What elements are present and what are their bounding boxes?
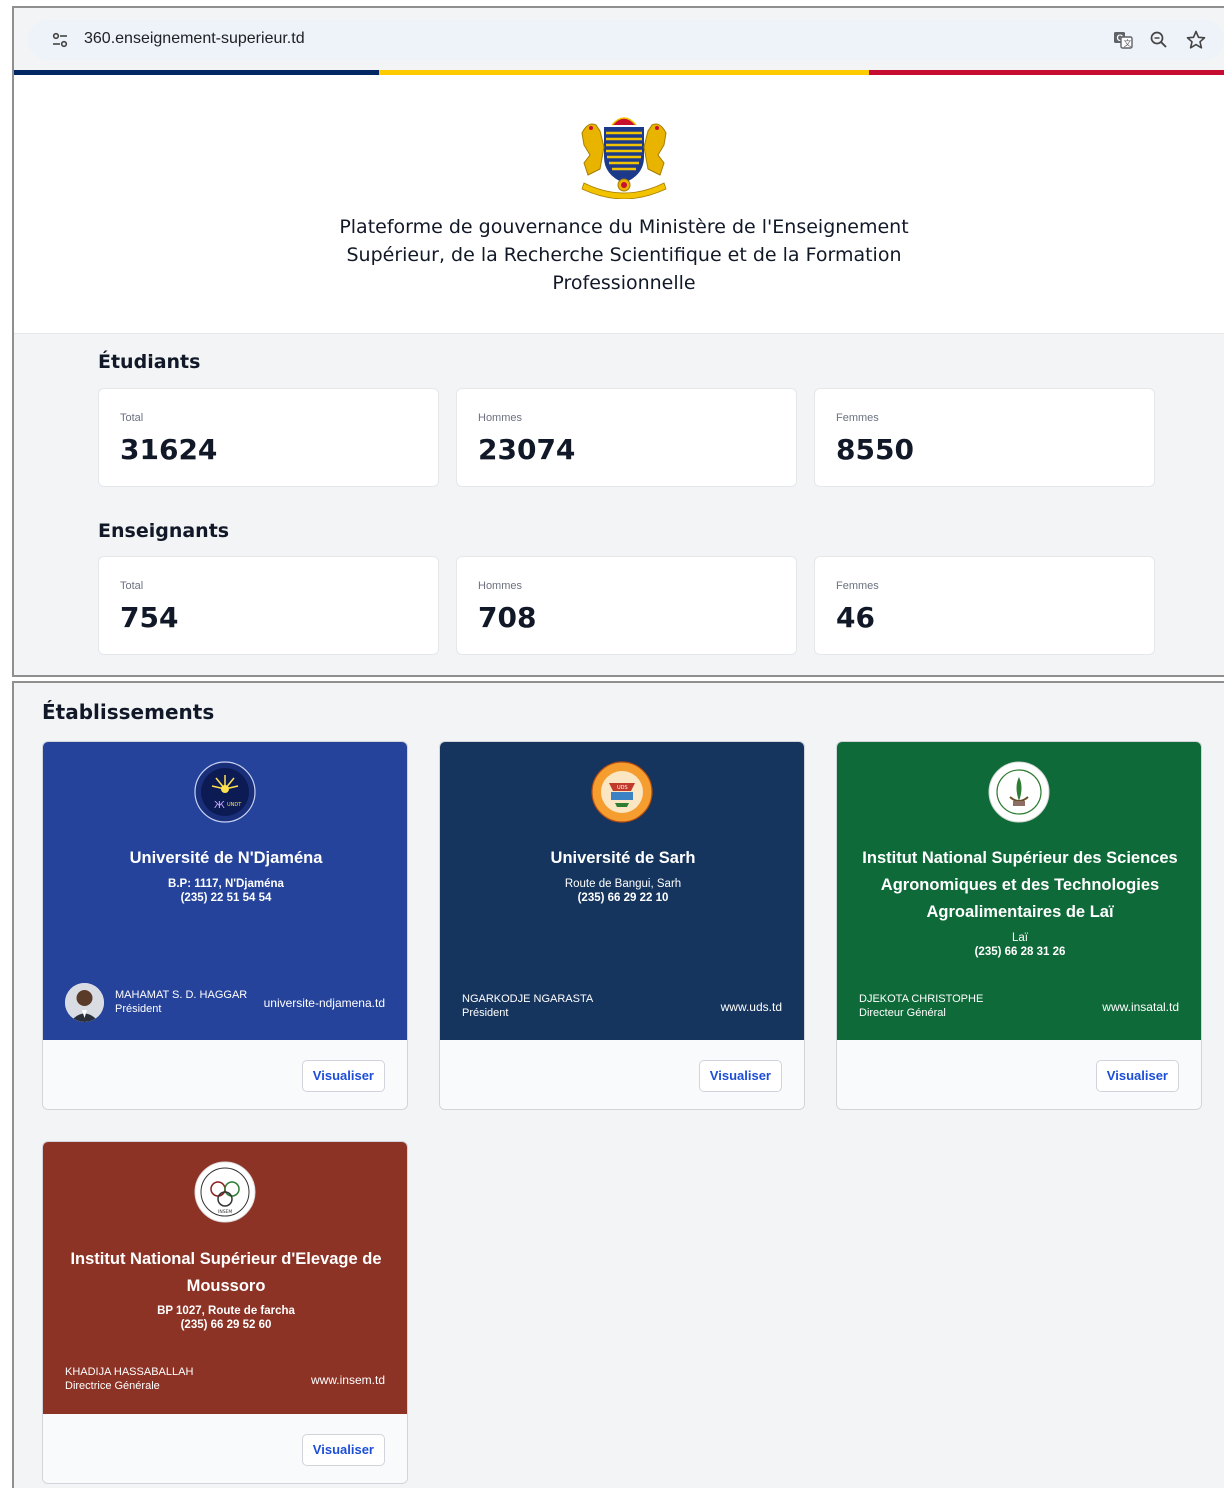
visualiser-button[interactable]: Visualiser <box>1095 1060 1179 1092</box>
establishment-head: DJEKOTA CHRISTOPHE Directeur Général <box>859 992 983 1020</box>
stat-value: 8550 <box>836 433 914 466</box>
establishment-name: Institut National Supérieur d'Elevage de… <box>70 1250 382 1295</box>
stat-label: Hommes <box>478 412 523 424</box>
teachers-men-card: Hommes 708 <box>456 556 797 655</box>
site-settings-icon[interactable] <box>50 30 70 50</box>
stat-value: 23074 <box>478 433 576 466</box>
card-footer: Visualiser <box>43 1414 407 1483</box>
establishment-card-sarh: UDS Université de Sarh Route de Bangui, … <box>439 741 805 1110</box>
header-section: Plateforme de gouvernance du Ministère d… <box>14 75 1224 334</box>
svg-text:文: 文 <box>1124 38 1132 48</box>
url-text[interactable]: 360.enseignement-superieur.td <box>84 30 305 48</box>
zoom-icon[interactable] <box>1148 29 1170 51</box>
head-role: Directrice Générale <box>65 1380 160 1392</box>
stat-value: 31624 <box>120 433 218 466</box>
establishment-card-ndjamena: Ж UNDT Université de N'Djaména B.P: 1117… <box>42 741 408 1110</box>
students-women-card: Femmes 8550 <box>814 388 1155 487</box>
visualiser-button[interactable]: Visualiser <box>301 1060 385 1092</box>
card-header: Institut National Supérieur des Sciences… <box>837 742 1201 1040</box>
card-header: Ж UNDT Université de N'Djaména B.P: 1117… <box>43 742 407 1040</box>
students-total-card: Total 31624 <box>98 388 439 487</box>
insem-logo-icon: INSEM <box>194 1161 256 1223</box>
establishment-card-insatal: Institut National Supérieur des Sciences… <box>836 741 1202 1110</box>
stat-label: Hommes <box>478 580 523 592</box>
establishment-head: MAHAMAT S. D. HAGGAR Président <box>115 988 247 1016</box>
head-role: Président <box>462 1007 509 1019</box>
svg-text:UDS: UDS <box>617 785 628 791</box>
establishment-phone: (235) 22 51 54 54 <box>180 892 272 904</box>
translate-icon[interactable]: G 文 <box>1112 29 1134 51</box>
stat-label: Total <box>120 580 144 592</box>
establishment-phone: (235) 66 28 31 26 <box>974 946 1066 958</box>
teachers-total-card: Total 754 <box>98 556 439 655</box>
head-role: Directeur Général <box>859 1007 946 1019</box>
establishment-address: B.P: 1117, N'Djaména <box>168 878 284 890</box>
svg-text:INSEM: INSEM <box>218 1209 232 1215</box>
card-footer: Visualiser <box>440 1040 804 1109</box>
establishment-name: Université de N'Djaména <box>129 849 323 867</box>
students-men-card: Hommes 23074 <box>456 388 797 487</box>
page-title: Plateforme de gouvernance du Ministère d… <box>339 216 909 294</box>
establishment-website[interactable]: www.insem.td <box>311 1373 385 1387</box>
card-footer: Visualiser <box>837 1040 1201 1109</box>
establishment-website[interactable]: www.insatal.td <box>1102 1000 1179 1014</box>
university-ndjamena-logo-icon: Ж UNDT <box>194 761 256 823</box>
establishment-website[interactable]: www.uds.td <box>721 1000 782 1014</box>
card-footer: Visualiser <box>43 1040 407 1109</box>
stat-label: Total <box>120 412 144 424</box>
establishments-heading: Établissements <box>42 700 215 724</box>
address-bar[interactable]: 360.enseignement-superieur.td G 文 <box>28 20 1224 60</box>
svg-text:Ж: Ж <box>214 800 225 811</box>
establishment-phone: (235) 66 29 52 60 <box>180 1319 272 1331</box>
avatar <box>65 983 104 1022</box>
stat-label: Femmes <box>836 412 879 424</box>
dashboard-top-screenshot: 360.enseignement-superieur.td G 文 Platef… <box>12 6 1224 677</box>
university-sarh-logo-icon: UDS <box>591 761 653 823</box>
svg-text:UNDT: UNDT <box>227 802 242 808</box>
visualiser-button[interactable]: Visualiser <box>301 1434 385 1466</box>
teachers-heading: Enseignants <box>98 520 230 542</box>
head-name: DJEKOTA CHRISTOPHE <box>859 993 984 1005</box>
establishments-screenshot: Établissements Ж UNDT Université de N'Dj… <box>12 681 1224 1488</box>
establishment-name: Université de Sarh <box>550 849 696 867</box>
bookmark-star-icon[interactable] <box>1185 29 1207 51</box>
head-name: MAHAMAT S. D. HAGGAR <box>115 989 248 1001</box>
insatal-logo-icon <box>988 761 1050 823</box>
stat-value: 46 <box>836 601 875 634</box>
establishment-website[interactable]: universite-ndjamena.td <box>264 996 385 1010</box>
head-role: Président <box>115 1003 162 1015</box>
establishment-phone: (235) 66 29 22 10 <box>577 892 669 904</box>
establishment-address: Route de Bangui, Sarh <box>564 878 682 890</box>
head-name: KHADIJA HASSABALLAH <box>65 1366 194 1378</box>
students-heading: Étudiants <box>98 351 201 373</box>
stat-value: 754 <box>120 601 179 634</box>
visualiser-button[interactable]: Visualiser <box>698 1060 782 1092</box>
person-photo-icon <box>65 983 104 1022</box>
card-header: UDS Université de Sarh Route de Bangui, … <box>440 742 804 1040</box>
card-header: INSEM Institut National Supérieur d'Elev… <box>43 1142 407 1414</box>
stat-value: 708 <box>478 601 537 634</box>
coat-of-arms-icon <box>581 117 667 199</box>
establishment-head: NGARKODJE NGARASTA Président <box>462 992 593 1020</box>
establishment-address: BP 1027, Route de farcha <box>157 1305 295 1317</box>
head-name: NGARKODJE NGARASTA <box>462 993 594 1005</box>
establishment-card-insem: INSEM Institut National Supérieur d'Elev… <box>42 1141 408 1484</box>
stat-label: Femmes <box>836 580 879 592</box>
establishment-name: Institut National Supérieur des Sciences… <box>862 849 1178 921</box>
establishment-address: Laï <box>1012 932 1028 944</box>
teachers-women-card: Femmes 46 <box>814 556 1155 655</box>
establishment-head: KHADIJA HASSABALLAH Directrice Générale <box>65 1365 193 1393</box>
